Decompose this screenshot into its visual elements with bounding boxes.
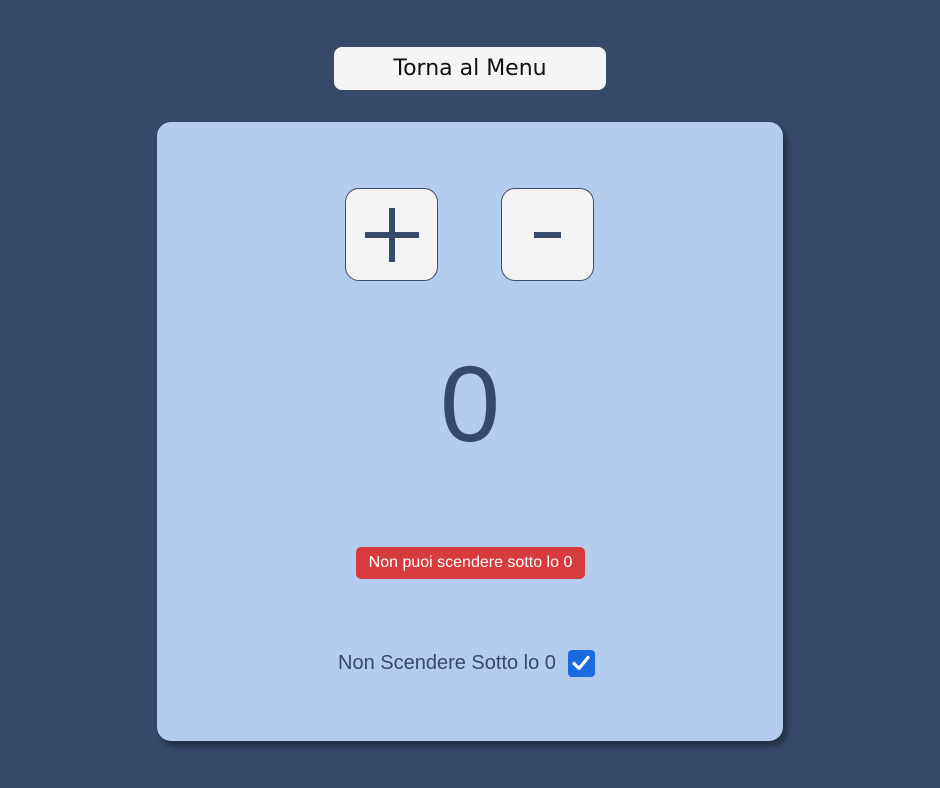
back-to-menu-button[interactable]: Torna al Menu [334,47,606,90]
counter-value: 0 [439,343,501,464]
increment-button[interactable] [345,188,438,281]
warning-message: Non puoi scendere sotto lo 0 [356,547,585,579]
plus-icon [364,207,419,262]
counter-card: 0 Non puoi scendere sotto lo 0 Non Scend… [157,122,783,741]
no-negative-option: Non Scendere Sotto lo 0 [338,649,595,677]
no-negative-label: Non Scendere Sotto lo 0 [338,651,556,674]
checkmark-icon [572,655,591,671]
no-negative-checkbox[interactable] [567,649,595,677]
decrement-button[interactable] [501,188,594,281]
minus-icon [533,231,561,238]
